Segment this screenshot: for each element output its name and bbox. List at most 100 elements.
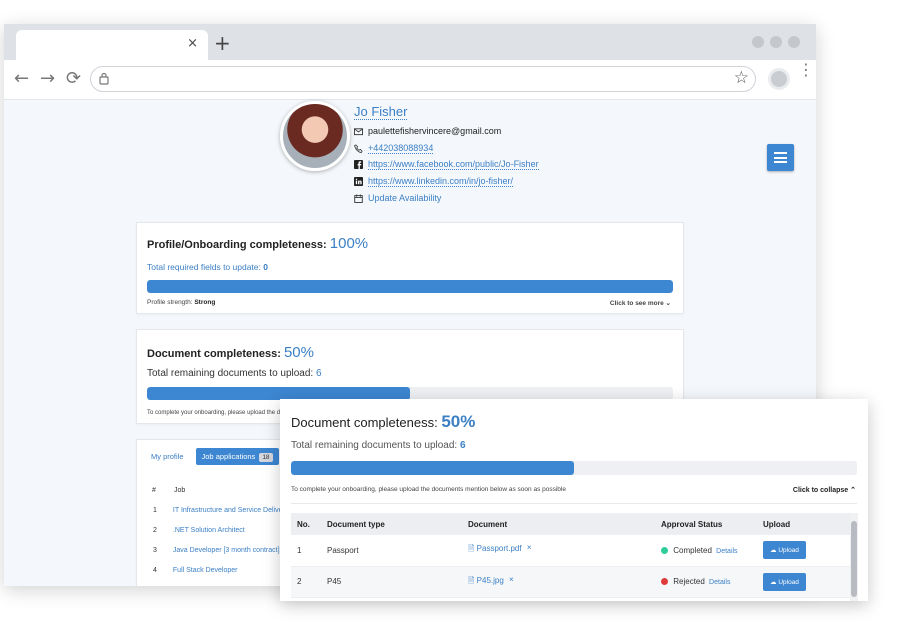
- profile-email: paulettefishervincere@gmail.com: [368, 126, 502, 136]
- reload-icon[interactable]: ⟳: [66, 68, 81, 89]
- row-document-type: Passport: [321, 535, 462, 567]
- facebook-link[interactable]: https://www.facebook.com/public/Jo-Fishe…: [368, 159, 539, 170]
- account-avatar-icon[interactable]: [768, 68, 790, 90]
- col-no: No.: [291, 513, 321, 535]
- window-dot-icon[interactable]: [788, 36, 800, 48]
- jobs-header-num: #: [152, 487, 156, 494]
- scrollbar-thumb[interactable]: [851, 521, 857, 597]
- col-document-type: Document type: [321, 513, 462, 535]
- tab-job-applications-label: Job applications: [201, 452, 256, 461]
- hamburger-menu-button[interactable]: [767, 144, 794, 171]
- job-row: 4 Full Stack Developer: [153, 567, 238, 574]
- remove-file-icon[interactable]: ×: [527, 543, 532, 552]
- bookmark-star-icon[interactable]: ☆: [734, 68, 749, 88]
- job-link[interactable]: Java Developer [3 month contract]: [173, 547, 280, 554]
- profile-progress-fill: [147, 280, 673, 293]
- cloud-upload-icon: ☁: [770, 578, 777, 586]
- overlay-progress-bar: [291, 461, 857, 475]
- linkedin-icon: [354, 177, 363, 186]
- linkedin-link[interactable]: https://www.linkedin.com/in/jo-fisher/: [368, 176, 514, 187]
- required-fields-line: Total required fields to update: 0: [147, 262, 268, 272]
- lock-icon: [99, 72, 109, 85]
- tab-my-profile[interactable]: My profile: [145, 448, 190, 465]
- phone-line: +442038088934: [354, 143, 434, 154]
- upload-button[interactable]: ☁ Upload: [763, 541, 806, 560]
- profile-phone-link[interactable]: +442038088934: [368, 143, 434, 154]
- facebook-icon: [354, 160, 363, 169]
- upload-button[interactable]: ☁ Upload: [763, 572, 806, 591]
- file-icon: 🗎: [468, 544, 475, 554]
- overlay-remaining-count: 6: [460, 440, 466, 451]
- linkedin-line: https://www.linkedin.com/in/jo-fisher/: [354, 176, 514, 187]
- required-fields-label: Total required fields to update:: [147, 262, 261, 272]
- tab-job-applications[interactable]: Job applications 18: [195, 448, 279, 465]
- status-dot-icon: [661, 546, 668, 554]
- window-dot-icon[interactable]: [752, 36, 764, 48]
- collapse-toggle[interactable]: Click to collapse ⌃: [793, 486, 856, 494]
- job-row-num: 3: [153, 547, 157, 554]
- document-filename: P45.jpg: [476, 575, 504, 585]
- overlay-note: To complete your onboarding, please uplo…: [291, 486, 566, 493]
- overlay-title: Document completeness: 50%: [291, 412, 475, 432]
- remaining-docs-label: Total remaining documents to upload:: [147, 368, 314, 379]
- document-note: To complete your onboarding, please uplo…: [147, 410, 281, 416]
- chevron-up-icon: ⌃: [850, 487, 856, 494]
- job-row-num: 4: [153, 567, 157, 574]
- back-icon[interactable]: ←: [14, 68, 29, 89]
- hamburger-icon: [774, 156, 787, 159]
- close-tab-icon[interactable]: ×: [187, 36, 198, 51]
- job-applications-count-badge: 18: [259, 453, 273, 462]
- job-row: 3 Java Developer [3 month contract]: [153, 547, 280, 554]
- job-link[interactable]: IT Infrastructure and Service Delivery: [173, 507, 288, 514]
- row-upload: ☁ Upload: [757, 566, 851, 598]
- forward-icon[interactable]: →: [40, 68, 55, 89]
- details-link[interactable]: Details: [709, 579, 730, 586]
- phone-icon: [354, 144, 363, 153]
- address-bar: ← → ⟳ ☆ ⋮: [4, 60, 816, 100]
- job-link[interactable]: .NET Solution Architect: [173, 527, 245, 534]
- hamburger-icon: [774, 152, 787, 154]
- see-more-toggle[interactable]: Click to see more ⌄: [610, 299, 671, 307]
- calendar-icon: [354, 193, 363, 203]
- table-header-row: No. Document type Document Approval Stat…: [291, 513, 851, 535]
- see-more-label: Click to see more: [609, 300, 664, 307]
- remove-file-icon[interactable]: ×: [509, 575, 514, 584]
- document-link[interactable]: 🗎 P45.jpg: [468, 576, 506, 585]
- overlay-title-label: Document completeness:: [291, 415, 438, 430]
- profile-completeness-label: Profile/Onboarding completeness:: [147, 239, 327, 251]
- upload-label: Upload: [778, 547, 799, 555]
- email-line: paulettefishervincere@gmail.com: [354, 126, 501, 136]
- row-status: Completed Details: [655, 535, 757, 567]
- hamburger-icon: [774, 161, 787, 163]
- job-link[interactable]: Full Stack Developer: [173, 567, 238, 574]
- row-document: 🗎 Passport.pdf ×: [462, 535, 655, 567]
- profile-strength-label: Profile strength:: [147, 299, 193, 306]
- browser-menu-icon[interactable]: ⋮: [798, 62, 814, 78]
- overlay-remaining-line: Total remaining documents to upload: 6: [291, 440, 466, 451]
- profile-progress-bar: [147, 280, 673, 293]
- col-approval-status: Approval Status: [655, 513, 757, 535]
- profile-strength-line: Profile strength: Strong: [147, 299, 215, 306]
- document-completeness-label: Document completeness:: [147, 348, 281, 360]
- update-availability-link[interactable]: Update Availability: [368, 193, 441, 203]
- details-link[interactable]: Details: [716, 548, 737, 555]
- table-row: 2 P45 🗎 P45.jpg × Rejected Details ☁ Upl…: [291, 566, 851, 598]
- new-tab-icon[interactable]: +: [214, 31, 231, 55]
- row-status: Rejected Details: [655, 566, 757, 598]
- document-completeness-title: Document completeness: 50%: [147, 344, 314, 361]
- url-input[interactable]: ☆: [90, 66, 756, 92]
- profile-name[interactable]: Jo Fisher: [354, 104, 408, 120]
- window-dot-icon[interactable]: [770, 36, 782, 48]
- upload-label: Upload: [778, 578, 799, 586]
- remaining-docs-count: 6: [316, 368, 322, 379]
- row-upload: ☁ Upload: [757, 535, 851, 567]
- availability-line: Update Availability: [354, 193, 441, 203]
- profile-photo: [280, 101, 350, 171]
- job-row-num: 1: [153, 507, 157, 514]
- required-fields-count: 0: [263, 262, 268, 272]
- status-dot-icon: [661, 578, 668, 585]
- row-document-type: P45: [321, 566, 462, 598]
- document-link[interactable]: 🗎 Passport.pdf: [468, 544, 524, 553]
- browser-tab[interactable]: ×: [16, 30, 208, 60]
- facebook-line: https://www.facebook.com/public/Jo-Fishe…: [354, 159, 539, 170]
